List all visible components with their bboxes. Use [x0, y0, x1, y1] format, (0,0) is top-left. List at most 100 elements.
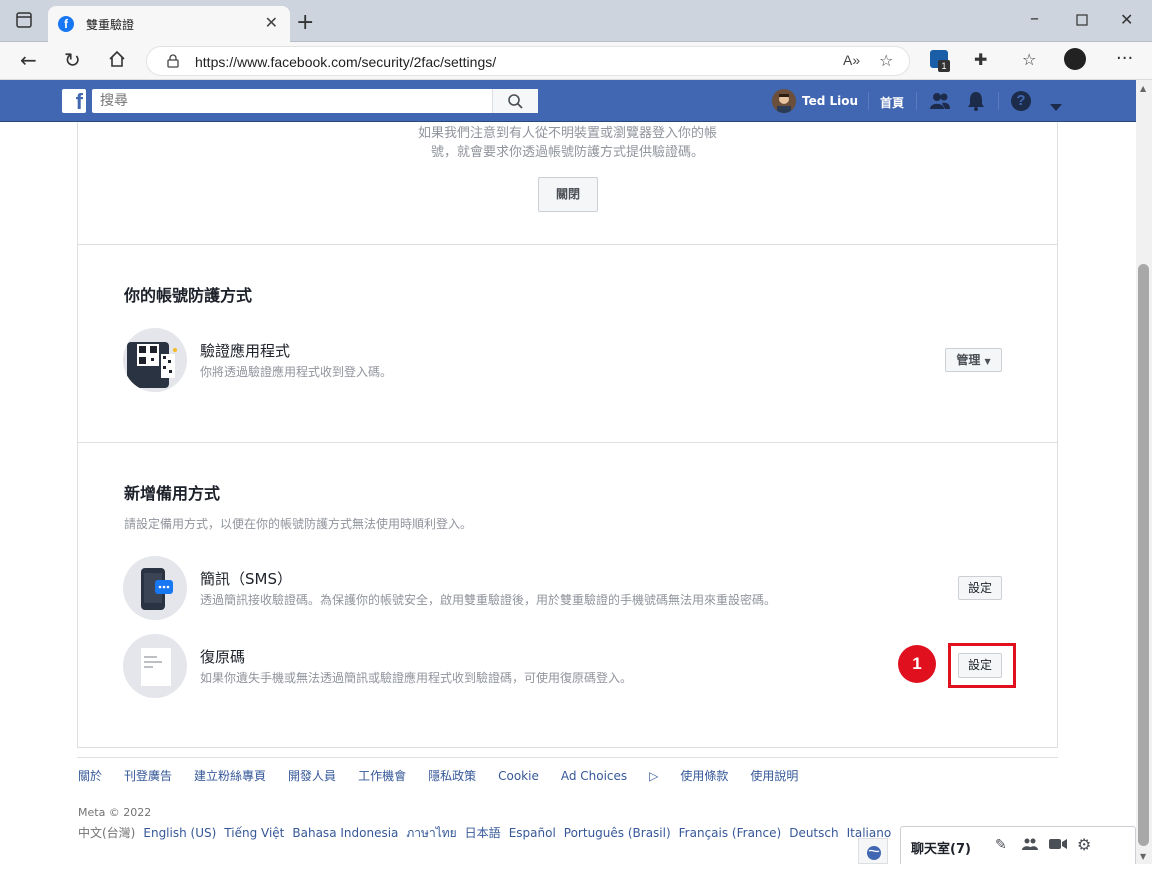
home-link[interactable]: 首頁 [880, 94, 904, 111]
ad-choices-label: Ad Choices [560, 769, 628, 783]
video-call-icon[interactable] [1049, 837, 1067, 855]
backup-subtext: 請設定備用方式，以便在你的帳號防護方式無法使用時順利登入。 [124, 517, 473, 531]
footer-link-about[interactable]: 關於 [78, 769, 102, 783]
chat-label: 聊天室(7) [911, 842, 971, 857]
notifications-bell-icon[interactable] [966, 90, 986, 116]
chat-settings-gear-icon[interactable]: ⚙ [1077, 835, 1091, 854]
read-aloud-icon[interactable]: A» [843, 52, 860, 68]
logo-letter: f [75, 89, 83, 114]
language-link[interactable]: Deutsch [789, 826, 838, 840]
extension-icon[interactable]: 1 [930, 50, 950, 72]
scroll-down-arrow-icon[interactable]: ▼ [1140, 852, 1146, 861]
footer-divider [77, 757, 1058, 758]
copyright: Meta © 2022 [78, 806, 152, 819]
create-group-icon[interactable] [1022, 837, 1038, 855]
url-text: https://www.facebook.com/security/2fac/s… [195, 54, 497, 70]
authenticator-app-title: 驗證應用程式 [200, 342, 291, 360]
scroll-up-arrow-icon[interactable]: ▲ [1140, 84, 1146, 93]
footer-link-developers[interactable]: 開發人員 [288, 769, 336, 783]
footer-link-careers[interactable]: 工作機會 [358, 769, 406, 783]
facebook-favicon-icon: f [58, 16, 74, 32]
turn-off-button[interactable]: 關閉 [538, 177, 598, 212]
extension-badge: 1 [938, 60, 950, 72]
sms-phone-icon [123, 556, 187, 620]
lock-icon[interactable] [167, 53, 179, 68]
search-icon [508, 94, 523, 109]
sms-desc: 透過簡訊接收驗證碼。為保護你的帳號安全，啟用雙重驗證後，用於雙重驗證的手機號碼無… [200, 593, 777, 607]
language-link[interactable]: ภาษาไทย [406, 826, 456, 840]
recovery-codes-desc: 如果你遺失手機或無法透過簡訊或驗證應用程式收到驗證碼，可使用復原碼登入。 [200, 671, 633, 685]
intro-line-1: 如果我們注意到有人從不明裝置或瀏覽器登入你的帳 [417, 126, 717, 141]
backup-heading: 新增備用方式 [124, 484, 221, 503]
friend-requests-icon[interactable] [929, 91, 951, 115]
tab-title: 雙重驗證 [86, 18, 135, 32]
tab-close-icon[interactable]: ✕ [265, 13, 278, 32]
tab-actions-icon[interactable] [16, 12, 32, 33]
header-separator [998, 92, 999, 110]
minimize-icon[interactable]: – [1030, 8, 1039, 29]
back-icon[interactable]: ← [20, 48, 37, 72]
sms-title: 簡訊（SMS） [200, 570, 292, 588]
globe-icon [867, 846, 881, 860]
current-language: 中文(台灣) [78, 826, 136, 840]
url-field[interactable]: https://www.facebook.com/security/2fac/s… [146, 46, 910, 76]
more-menu-icon[interactable]: ··· [1116, 48, 1133, 69]
footer-link-ads[interactable]: 刊登廣告 [124, 769, 172, 783]
profile-avatar[interactable] [1064, 48, 1086, 70]
intro-text: 如果我們注意到有人從不明裝置或瀏覽器登入你的帳 號，就會要求你透過帳號防護方式提… [78, 124, 1057, 162]
home-icon[interactable] [108, 50, 126, 73]
language-link[interactable]: 日本語 [465, 826, 501, 840]
new-tab-icon[interactable]: + [296, 10, 314, 35]
maximize-icon[interactable] [1076, 10, 1088, 31]
facebook-logo[interactable]: f [62, 89, 86, 114]
language-link[interactable]: Bahasa Indonesia [292, 826, 398, 840]
language-link[interactable]: Français (France) [679, 826, 782, 840]
chevron-down-icon: ▼ [984, 357, 991, 366]
footer-link-create-page[interactable]: 建立粉絲專頁 [194, 769, 266, 783]
help-question-icon[interactable]: ? [1011, 91, 1031, 111]
protection-heading: 你的帳號防護方式 [124, 286, 253, 305]
user-avatar[interactable] [772, 89, 796, 113]
scrollbar-thumb[interactable] [1138, 264, 1149, 846]
user-name-link[interactable]: Ted Liou [802, 94, 858, 108]
footer-link-cookie[interactable]: Cookie [498, 769, 539, 783]
address-bar-row: ← ↻ https://www.facebook.com/security/2f… [0, 42, 1152, 80]
language-link[interactable]: Tiếng Việt [224, 826, 284, 840]
language-link[interactable]: Português (Brasil) [564, 826, 671, 840]
account-menu-caret-icon[interactable] [1050, 97, 1062, 116]
language-list: 中文(台灣) English (US) Tiếng Việt Bahasa Indon… [78, 824, 899, 843]
section-divider [78, 244, 1057, 245]
manage-label: 管理 [956, 353, 981, 367]
section-divider [78, 442, 1057, 443]
extensions-puzzle-icon[interactable]: ✚ [974, 50, 987, 69]
search-button[interactable] [492, 89, 538, 113]
manage-dropdown-button[interactable]: 管理 ▼ [945, 348, 1002, 372]
browser-tab[interactable]: f 雙重驗證 ✕ [48, 6, 290, 42]
window-close-icon[interactable]: ✕ [1120, 10, 1133, 29]
add-favorite-icon[interactable]: ☆ [879, 51, 893, 70]
new-message-icon[interactable]: ✎ [995, 837, 1007, 853]
language-globe-button[interactable] [858, 838, 888, 864]
authenticator-app-desc: 你將透過驗證應用程式收到登入碼。 [200, 365, 393, 379]
chat-bar[interactable]: 聊天室(7) ✎ ⚙ [900, 826, 1136, 864]
footer-link-privacy[interactable]: 隱私政策 [428, 769, 476, 783]
ad-choices-icon: ▷ [649, 769, 659, 783]
footer-link-help[interactable]: 使用說明 [750, 769, 798, 783]
recovery-codes-title: 復原碼 [200, 648, 246, 666]
header-separator [916, 92, 917, 110]
intro-line-2: 號，就會要求你透過帳號防護方式提供驗證碼。 [430, 145, 704, 160]
footer-links: 關於 刊登廣告 建立粉絲專頁 開發人員 工作機會 隱私政策 Cookie Ad Choices… [78, 767, 820, 784]
footer-link-ad-choices[interactable]: Ad Choices ▷ [561, 769, 659, 783]
favorites-icon[interactable]: ☆ [1022, 50, 1036, 69]
browser-tab-bar: f 雙重驗證 ✕ + – ✕ [0, 0, 1152, 42]
search-box[interactable] [92, 89, 538, 113]
header-separator [868, 92, 869, 110]
sms-setup-button[interactable]: 設定 [958, 576, 1002, 600]
footer-link-terms[interactable]: 使用條款 [680, 769, 728, 783]
reload-icon[interactable]: ↻ [64, 48, 81, 72]
authenticator-app-icon [123, 328, 187, 392]
search-input[interactable] [92, 89, 492, 113]
language-link[interactable]: English (US) [143, 826, 216, 840]
step-number-badge: 1 [898, 645, 936, 683]
language-link[interactable]: Español [509, 826, 556, 840]
